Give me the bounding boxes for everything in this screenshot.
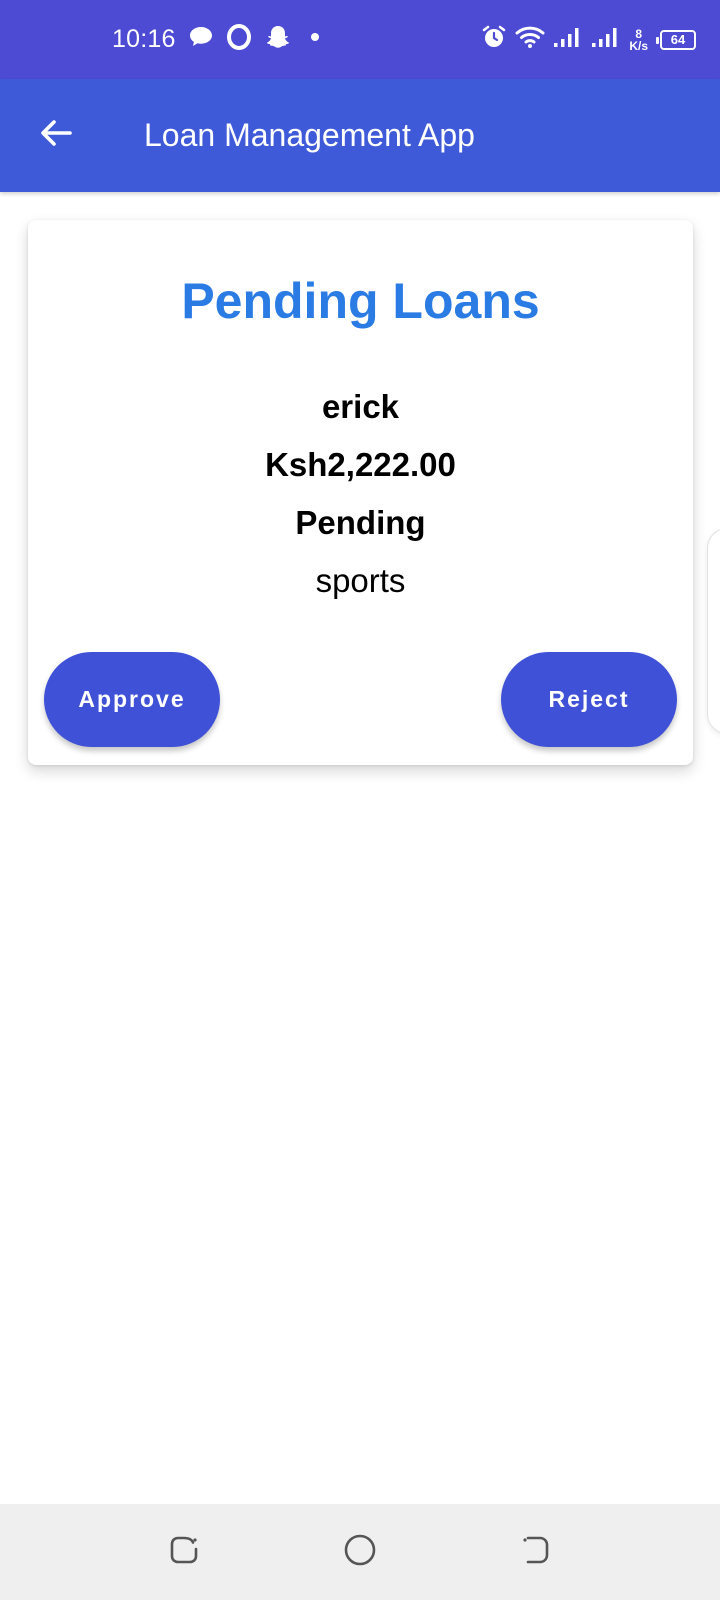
wifi-icon — [515, 25, 545, 54]
status-right: 8 K/s 64 — [481, 0, 696, 79]
app-title: Loan Management App — [144, 117, 475, 153]
status-left: 10:16 — [112, 0, 326, 79]
page-title: Pending Loans — [181, 273, 540, 329]
network-speed: 8 K/s — [629, 28, 648, 52]
loan-category: sports — [315, 562, 406, 599]
network-speed-value: 8 — [635, 26, 642, 41]
battery-level: 64 — [670, 32, 686, 47]
next-loan-card[interactable] — [707, 528, 720, 734]
network-speed-unit: K/s — [629, 38, 648, 53]
opera-icon — [226, 24, 252, 55]
alarm-icon — [481, 24, 507, 55]
home-icon — [342, 1532, 378, 1573]
battery-icon: 64 — [656, 29, 696, 50]
status-bar: 10:16 8 K/s 64 — [0, 0, 720, 79]
signal-icon — [553, 25, 583, 54]
reject-button[interactable]: Reject — [501, 652, 677, 747]
recent-apps-icon — [167, 1533, 201, 1572]
status-time: 10:16 — [112, 25, 176, 53]
message-bubble-icon — [188, 25, 214, 54]
back-button[interactable] — [24, 103, 88, 167]
loan-card: Pending Loans erick Ksh2,222.00 Pending … — [28, 220, 693, 765]
signal-icon — [591, 25, 621, 54]
dot-icon — [304, 26, 326, 53]
snapchat-icon — [264, 23, 292, 56]
approve-button[interactable]: Approve — [44, 652, 220, 747]
arrow-left-icon — [38, 115, 74, 156]
loan-status: Pending — [295, 504, 426, 541]
borrower-name: erick — [321, 388, 400, 425]
home-button[interactable] — [330, 1522, 390, 1582]
recent-apps-button[interactable] — [154, 1522, 214, 1582]
system-nav-bar — [0, 1504, 720, 1600]
back-nav-button[interactable] — [506, 1522, 566, 1582]
back-icon — [519, 1533, 553, 1572]
app-bar: Loan Management App — [0, 79, 720, 192]
loan-amount: Ksh2,222.00 — [265, 446, 456, 483]
